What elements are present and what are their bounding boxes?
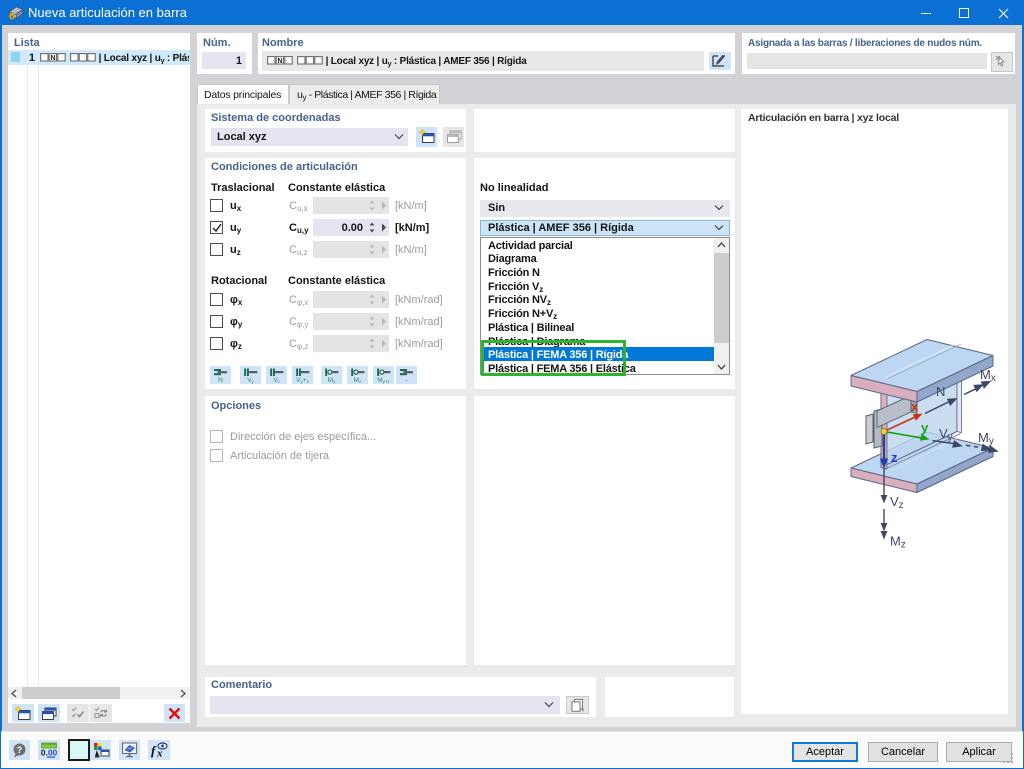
svg-text:N: N [218,377,223,384]
svg-text:My: My [978,430,994,447]
svg-text:My: My [328,377,336,384]
svg-text:x: x [911,399,919,414]
svg-text:-: - [405,377,407,384]
svg-text:?: ? [17,745,23,755]
svg-text:My+z: My+z [377,377,390,384]
svg-text:Mz: Mz [354,377,362,384]
svg-text:N: N [936,384,945,399]
svg-text:Mz: Mz [890,534,906,551]
svg-text:Vz: Vz [273,377,280,384]
svg-text:Mx: Mx [980,367,996,384]
svg-text:N: N [277,58,282,65]
svg-text:Vy+z: Vy+z [296,377,309,384]
svg-text:y: y [921,420,929,435]
svg-text:Vz: Vz [890,494,904,511]
svg-text:0.00: 0.00 [41,748,58,758]
svg-text:N: N [50,55,55,62]
svg-text:Vy: Vy [247,377,254,384]
svg-text:6: 6 [9,11,15,23]
svg-text:z: z [891,450,898,465]
